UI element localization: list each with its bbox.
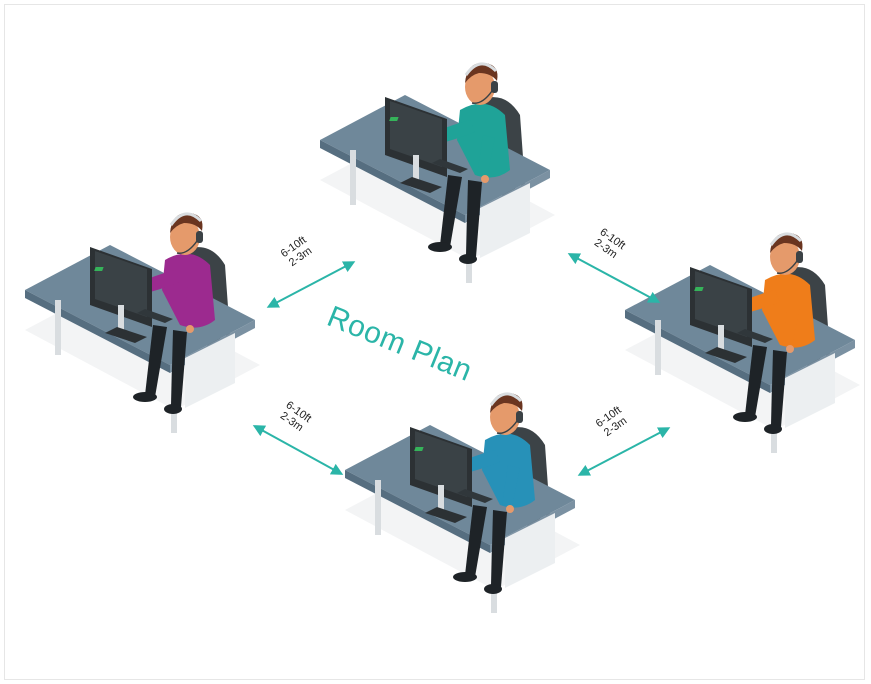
desk-icon <box>345 392 580 613</box>
workstation-bottom <box>345 392 580 613</box>
workstation-left <box>25 212 260 433</box>
double-arrow-icon <box>567 253 661 303</box>
desk-icon <box>25 212 260 433</box>
workstation-right <box>625 232 860 453</box>
double-arrow-icon <box>266 261 356 308</box>
workstation-top <box>320 62 555 283</box>
desk-icon <box>320 62 555 283</box>
desk-icon <box>625 232 860 453</box>
double-arrow-icon <box>577 427 671 476</box>
double-arrow-icon <box>252 425 344 475</box>
